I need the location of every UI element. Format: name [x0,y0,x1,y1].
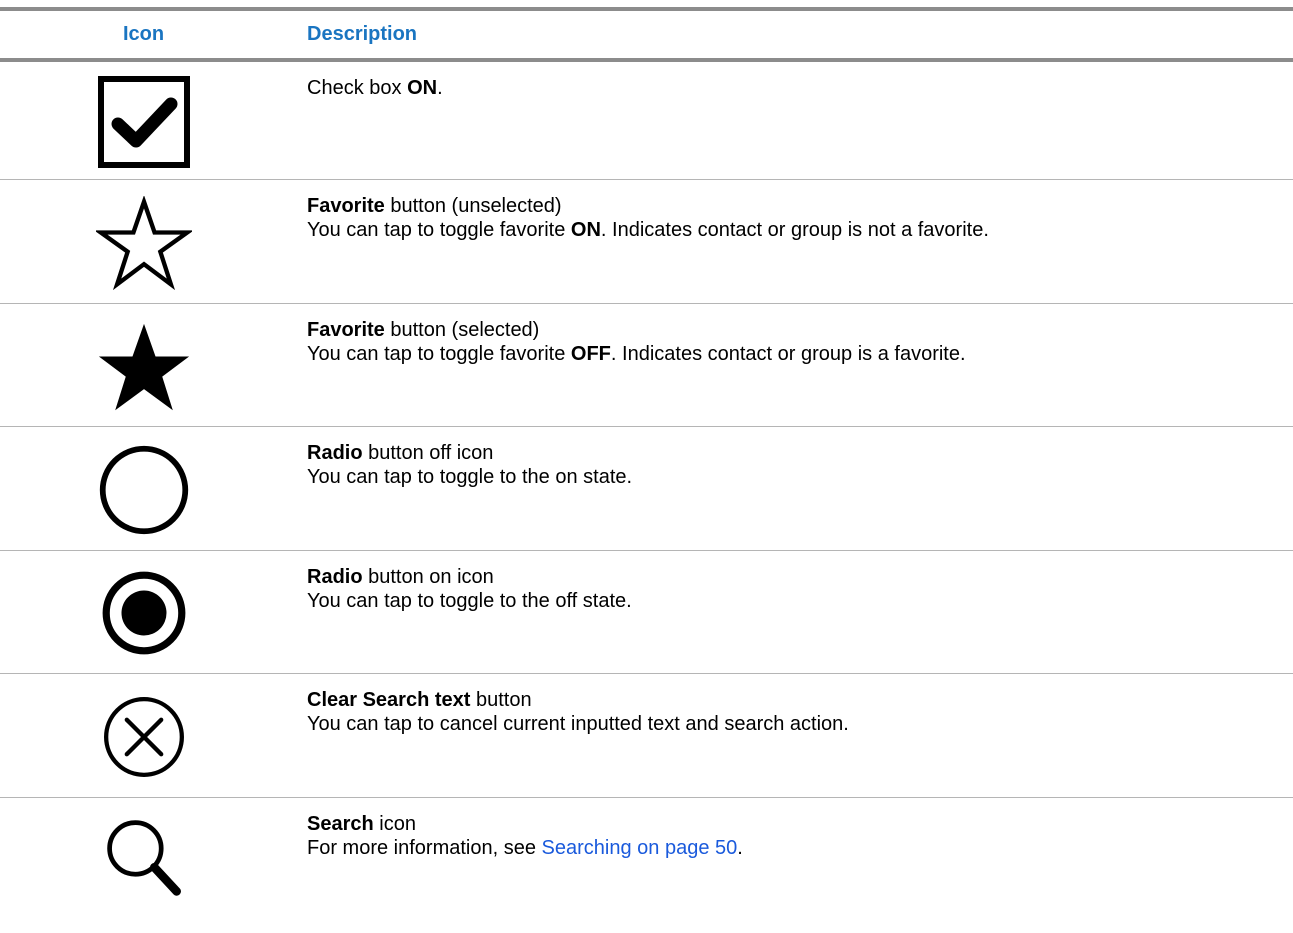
description-detail: You can tap to toggle favorite OFF. Indi… [307,343,966,365]
description-cell: Clear Search text button You can tap to … [287,674,1293,797]
description-cell: Radio button off icon You can tap to tog… [287,427,1293,550]
description-title: Clear Search text button [307,689,532,711]
header-description-label: Description [307,23,418,45]
description-title: Favorite button (selected) [307,319,540,341]
description-title: Search icon [307,813,416,835]
description-cell: Favorite button (selected) You can tap t… [287,304,1293,426]
icon-cell [0,180,287,303]
description-detail: You can tap to toggle to the off state. [307,590,632,612]
header-icon-label: Icon [122,23,165,45]
radio-off-icon [96,427,192,538]
table-row: Search icon For more information, see Se… [0,798,1293,933]
search-icon [101,798,187,900]
icon-cell [0,62,287,179]
description-cell: Search icon For more information, see Se… [287,798,1293,933]
icon-cell [0,798,287,933]
icon-cell [0,304,287,426]
description-title: Check box ON. [307,77,443,99]
table-row: Clear Search text button You can tap to … [0,674,1293,798]
description-detail: For more information, see Searching on p… [307,837,743,859]
description-title: Favorite button (unselected) [307,195,562,217]
star-filled-icon [96,304,192,416]
checkbox-checked-icon [96,62,192,170]
searching-page-link[interactable]: Searching on page 50 [542,837,738,859]
description-detail: You can tap to toggle to the on state. [307,466,633,488]
clear-search-icon [101,674,187,780]
star-outline-icon [95,180,192,292]
header-icon-cell: Icon [0,23,287,46]
icon-description-table: Icon Description Check box ON. Favorite … [0,0,1293,933]
table-row: Favorite button (selected) You can tap t… [0,304,1293,427]
description-title: Radio button off icon [307,442,494,464]
description-cell: Favorite button (unselected) You can tap… [287,180,1293,303]
description-detail: You can tap to cancel current inputted t… [307,713,849,735]
table-row: Radio button on icon You can tap to togg… [0,551,1293,674]
radio-on-icon [99,551,189,658]
icon-cell [0,551,287,673]
icon-cell [0,427,287,550]
table-row: Check box ON. [0,62,1293,180]
description-title: Radio button on icon [307,566,494,588]
header-description-cell: Description [287,23,1293,46]
table-header-row: Icon Description [0,11,1293,58]
table-row: Favorite button (unselected) You can tap… [0,180,1293,304]
table-row: Radio button off icon You can tap to tog… [0,427,1293,551]
description-cell: Check box ON. [287,62,1293,179]
description-cell: Radio button on icon You can tap to togg… [287,551,1293,673]
description-detail: You can tap to toggle favorite ON. Indic… [307,219,989,241]
icon-cell [0,674,287,797]
